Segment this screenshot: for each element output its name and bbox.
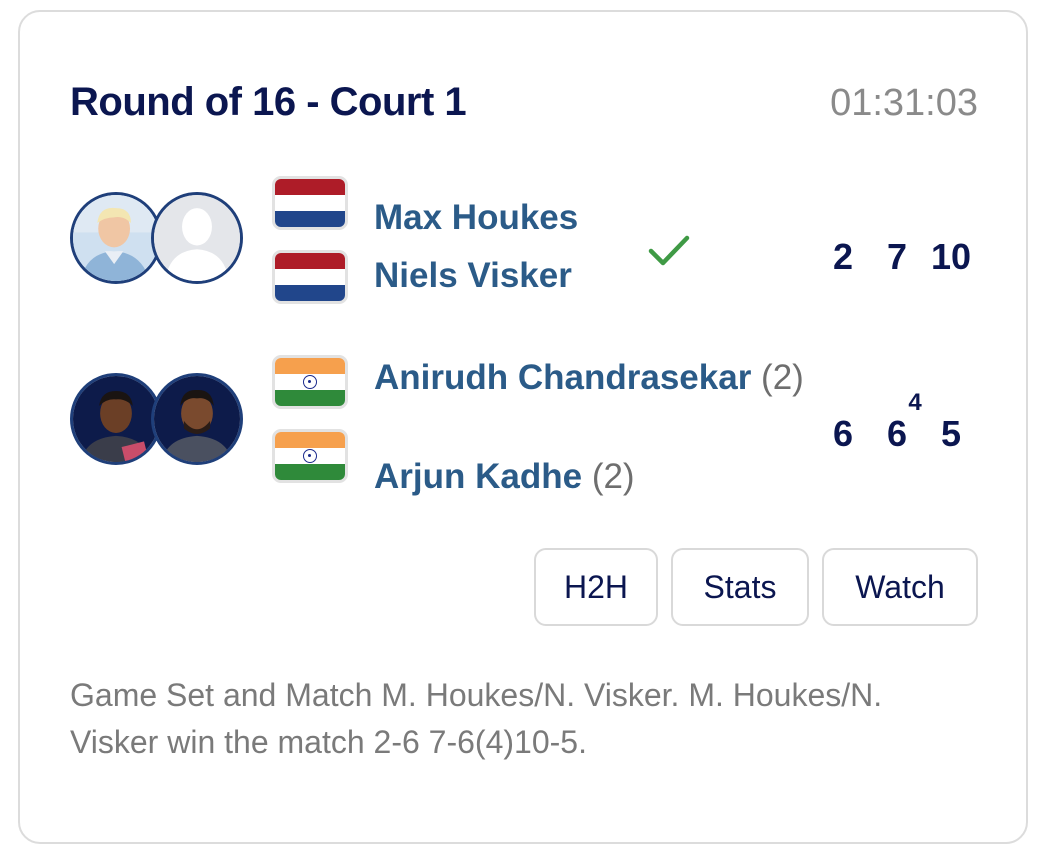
checkmark-icon <box>648 235 690 266</box>
flag-india-icon <box>272 429 348 483</box>
set-score: 5 <box>940 413 962 454</box>
player-name-text: Niels Visker <box>374 256 572 295</box>
set-score: 2 <box>832 236 854 277</box>
team-row-2: Anirudh Chandrasekar (2) Arjun Kadhe (2)… <box>20 345 1026 505</box>
match-card: Round of 16 - Court 1 01:31:03 Max Houke… <box>18 10 1028 844</box>
player-seed: (2) <box>761 358 804 397</box>
h2h-button[interactable]: H2H <box>534 548 658 626</box>
set-score: 6 <box>886 413 908 454</box>
player-name-text: Anirudh Chandrasekar <box>374 358 752 397</box>
avatar-max-houkes <box>70 192 162 284</box>
player-name-text: Arjun Kadhe <box>374 457 583 496</box>
avatar-niels-visker <box>151 192 243 284</box>
watch-button[interactable]: Watch <box>822 548 978 626</box>
player-name-text: Max Houkes <box>374 198 579 237</box>
set-score: 10 <box>930 236 972 277</box>
flag-india-icon <box>272 355 348 409</box>
player-seed: (2) <box>591 457 635 496</box>
team-row-1: Max Houkes Niels Visker 2 7 10 <box>20 166 1026 306</box>
player-name[interactable]: Niels Visker <box>374 256 572 296</box>
player-name[interactable]: Anirudh Chandrasekar (2) <box>374 353 804 403</box>
user-silhouette-icon <box>154 195 240 281</box>
avatar-arjun-kadhe <box>151 373 243 465</box>
flag-netherlands-icon <box>272 250 348 304</box>
flag-netherlands-icon <box>272 176 348 230</box>
match-summary: Game Set and Match M. Houkes/N. Visker. … <box>70 677 883 760</box>
stats-button[interactable]: Stats <box>671 548 809 626</box>
player-photo-icon <box>73 195 159 281</box>
player-photo-icon <box>73 376 159 462</box>
avatar-anirudh-chandrasekar <box>70 373 162 465</box>
player-name[interactable]: Max Houkes <box>374 198 578 238</box>
player-name[interactable]: Arjun Kadhe (2) <box>374 457 635 497</box>
set-score: 7 <box>886 236 908 277</box>
match-title: Round of 16 - Court 1 <box>70 80 467 124</box>
set-score: 6 <box>832 413 854 454</box>
player-photo-icon <box>154 376 240 462</box>
match-duration: 01:31:03 <box>830 82 978 124</box>
